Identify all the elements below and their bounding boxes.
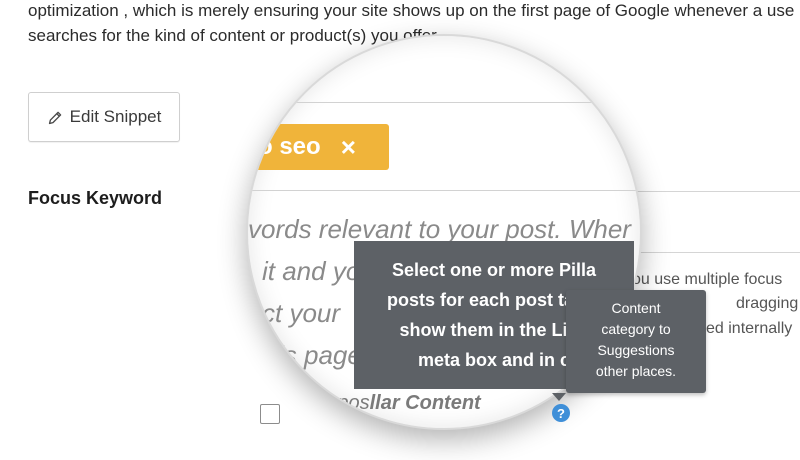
tooltip-arrow — [552, 393, 566, 401]
pencil-icon — [48, 111, 61, 124]
help-text-line-2: dragging it — [736, 295, 800, 312]
magnified-helper-small-w: w — [258, 328, 269, 344]
edit-snippet-label: Edit Snippet — [69, 107, 162, 126]
focus-keyword-field-bg[interactable] — [620, 191, 800, 253]
pillar-content-checkbox[interactable] — [260, 404, 280, 424]
edit-snippet-button[interactable]: Edit Snippet — [28, 92, 180, 142]
focus-keyword-label: Focus Keyword — [28, 188, 163, 208]
tooltip-small-line-1: Content — [611, 300, 661, 316]
magnified-helper-line-5: opti — [260, 348, 283, 364]
tooltip-small-line-2: category to — [601, 321, 671, 337]
pillar-label-end: llar Content — [369, 392, 481, 414]
help-text-line-3: ed internally — [706, 320, 793, 337]
tooltip-small-line-3: Suggestions — [597, 342, 675, 358]
focus-keyword-tag[interactable]: o seo × — [248, 124, 389, 170]
pillar-label-start: This pos — [294, 392, 370, 414]
pillar-content-label: This posllar Content — [294, 392, 481, 415]
question-icon[interactable]: ? — [552, 404, 570, 422]
tooltip-small-line-4: other places. — [595, 363, 677, 379]
intro-line-1: optimization , which is merely ensuring … — [28, 1, 795, 20]
pillar-tooltip: Content category to Suggestions other pl… — [566, 290, 706, 393]
magnified-field-border-top — [248, 102, 640, 103]
magnified-field-border — [248, 190, 640, 191]
help-text-line-1: ou use multiple focus — [632, 271, 783, 288]
tooltip-big-line-1: Select one or more Pilla — [391, 260, 597, 280]
tag-remove-icon[interactable]: × — [341, 132, 356, 163]
focus-keyword-tag-text: o seo — [258, 133, 321, 160]
